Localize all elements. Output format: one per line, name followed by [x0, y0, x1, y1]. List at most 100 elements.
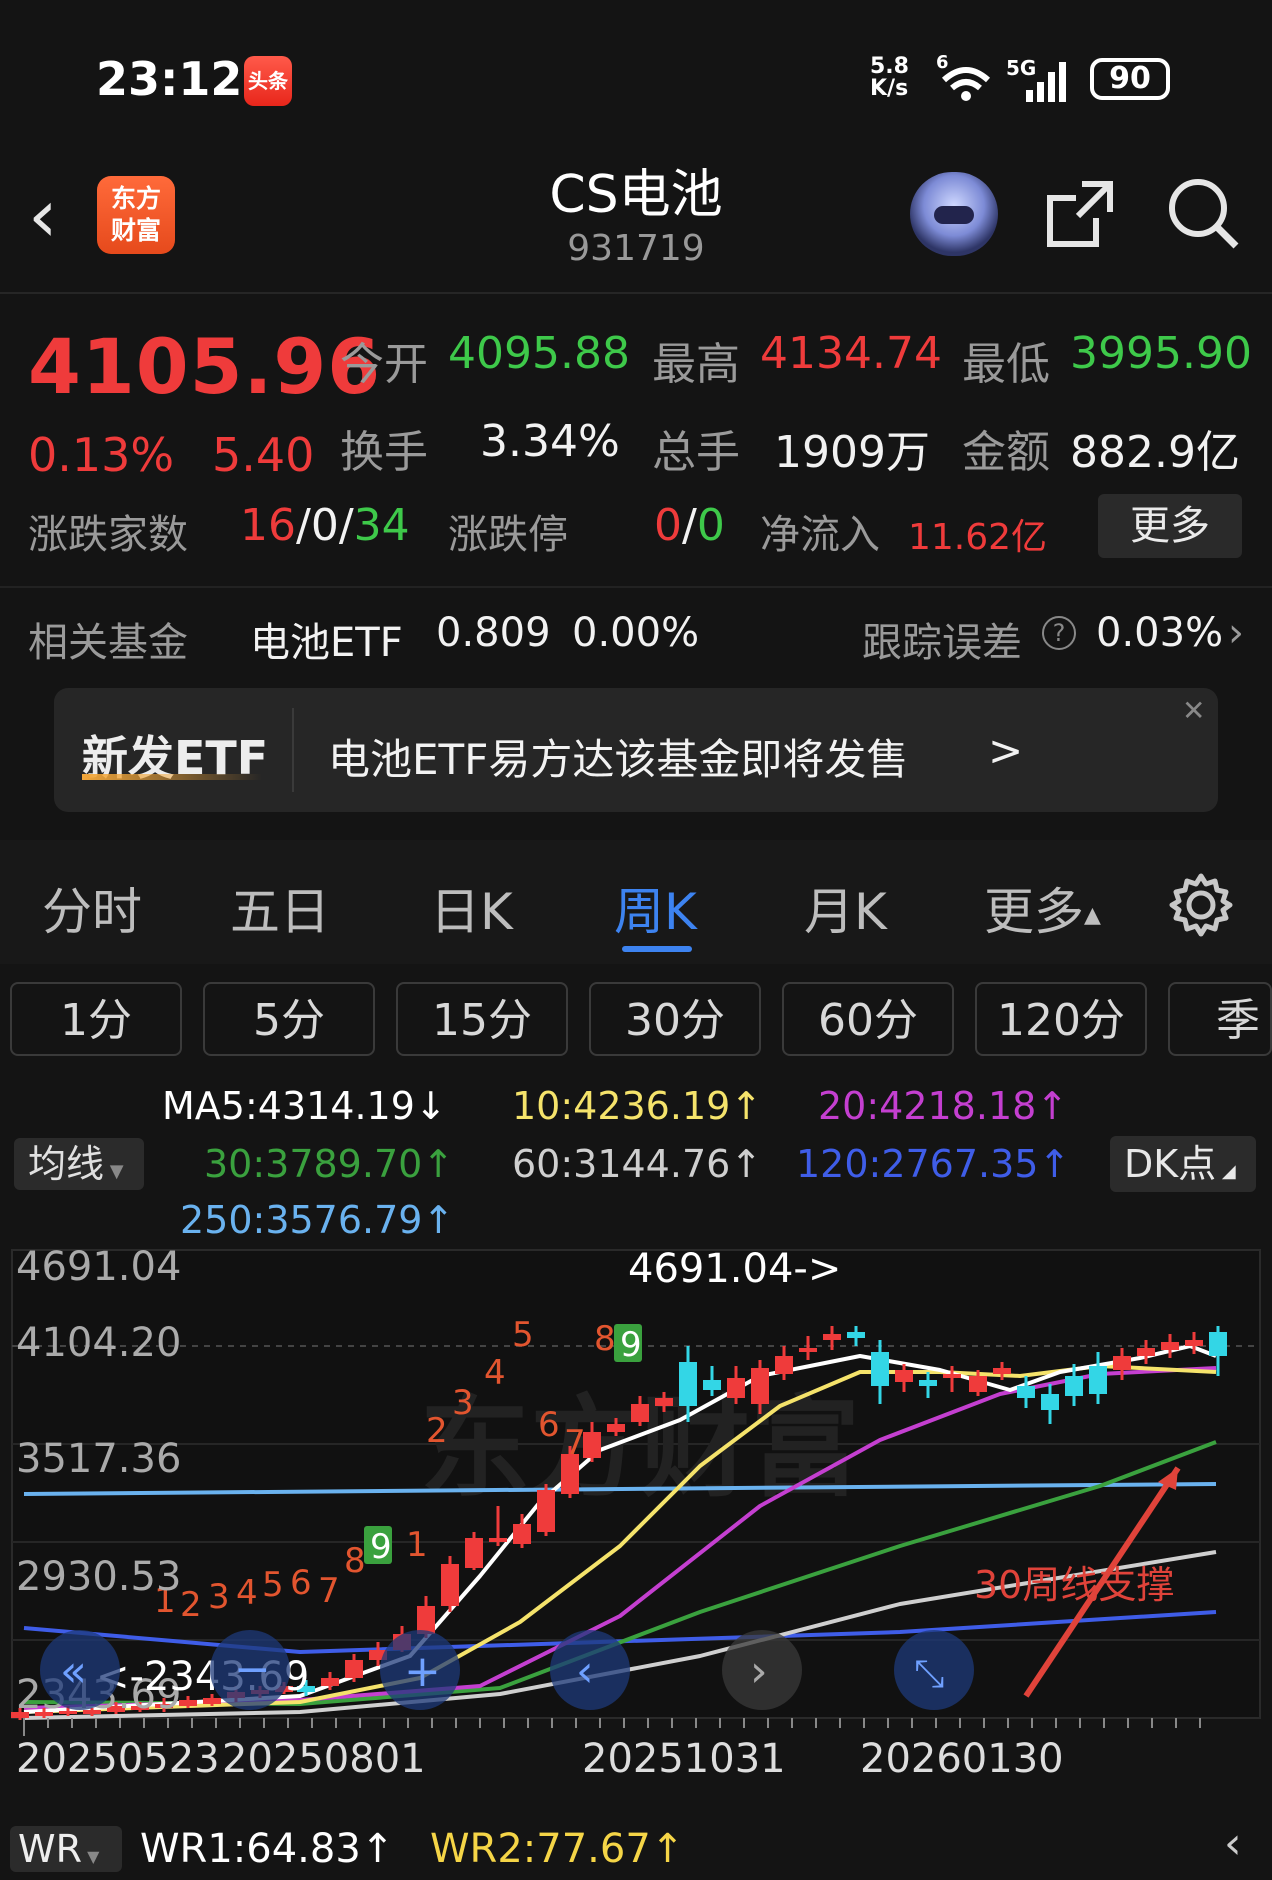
svg-text:⤡: ⤡ [914, 1651, 944, 1695]
ma20-value: 20:4218.18↑ [818, 1084, 1069, 1128]
candle-body [1089, 1366, 1107, 1394]
volume-label: 总手 [652, 427, 740, 478]
svg-text:«: « [60, 1646, 87, 1697]
td-count: 9 [370, 1527, 392, 1567]
fullscreen-button[interactable]: ⤡ [894, 1630, 974, 1710]
chevron-right-icon[interactable]: › [1228, 610, 1244, 656]
candle-body [847, 1332, 865, 1338]
inflow-label: 净流入 [760, 512, 880, 558]
toutiao-app-badge: 头条 [244, 56, 292, 106]
x-label-2: 20250801 [222, 1736, 426, 1782]
td-count: 3 [208, 1577, 230, 1617]
y-label-max: 4691.04 [16, 1246, 181, 1290]
high-marker: 4691.04-> [628, 1246, 841, 1292]
change-percent: 0.13% [28, 428, 175, 482]
ma-selector[interactable]: 均线 ▼ [14, 1138, 144, 1190]
y-label-2: 4104.20 [16, 1320, 181, 1366]
ma10-value: 10:4236.19↑ [512, 1084, 763, 1128]
candle-body [583, 1432, 601, 1458]
open-value: 4095.88 [448, 328, 630, 379]
candle-body [943, 1374, 961, 1378]
volume-value: 1909万 [774, 427, 930, 478]
svg-text:−: − [234, 1644, 271, 1695]
period-60min[interactable]: 60分 [782, 982, 954, 1056]
period-15min[interactable]: 15分 [396, 982, 568, 1056]
more-stats-button[interactable]: 更多 [1098, 494, 1242, 558]
scroll-right-button[interactable]: › [722, 1630, 802, 1710]
x-label-3: 20251031 [582, 1736, 786, 1782]
y-label-3: 3517.36 [16, 1436, 181, 1482]
x-axis-ticks [23, 1718, 1201, 1736]
last-price: 4105.96 [28, 322, 382, 411]
wr2-value: WR2:77.67↑ [430, 1826, 685, 1872]
td-count: 2 [426, 1411, 448, 1451]
limit-values: 0/0 [654, 500, 725, 551]
low-label: 最低 [962, 339, 1050, 390]
candle-body [441, 1564, 459, 1606]
tracking-value: 0.03% [1096, 610, 1224, 656]
indicator-selector[interactable]: WR ▼ [10, 1826, 122, 1872]
period-30min[interactable]: 30分 [589, 982, 761, 1056]
promo-text[interactable]: 电池ETF易方达该基金即将发售 [328, 726, 908, 787]
wifi-icon: 6 [936, 52, 991, 101]
candle-body [799, 1348, 817, 1352]
period-quarterly[interactable]: 季K [1168, 982, 1272, 1056]
kline-chart[interactable]: 东方财富 1 2 3 4 5 6 78 9 123456 78 9 4691.04 4104.20 … [0, 1246, 1272, 1818]
period-1min[interactable]: 1分 [10, 982, 182, 1056]
amount-value: 882.9亿 [1070, 427, 1240, 478]
zoom-out-button[interactable]: − [210, 1630, 290, 1710]
ma5-value: MA5:4314.19↓ [162, 1084, 447, 1128]
close-icon[interactable]: ✕ [1182, 694, 1205, 727]
candle-body [1209, 1332, 1227, 1356]
tab-monthly-k[interactable]: 月K [804, 872, 887, 944]
high-label: 最高 [652, 339, 740, 390]
share-icon[interactable] [1040, 174, 1120, 254]
period-120min[interactable]: 120分 [975, 982, 1147, 1056]
candle-body [1185, 1340, 1203, 1346]
svg-text:+: + [404, 1646, 441, 1697]
settings-gear-icon[interactable] [1168, 872, 1234, 938]
candle-body [1017, 1386, 1035, 1398]
low-value: 3995.90 [1070, 328, 1252, 379]
breadth-values: 16/0/34 [240, 500, 410, 551]
tab-intraday[interactable]: 分时 [42, 872, 142, 944]
candle-body [1065, 1376, 1083, 1396]
help-icon[interactable]: ? [1042, 616, 1076, 650]
candle-body [969, 1376, 987, 1392]
period-5min[interactable]: 5分 [203, 982, 375, 1056]
candle-body [631, 1404, 649, 1422]
promo-tag-underline [82, 774, 262, 780]
candle-body [607, 1424, 625, 1432]
candle [441, 1556, 459, 1612]
tab-daily-k[interactable]: 日K [430, 872, 513, 944]
candle-body [751, 1368, 769, 1404]
turnover-label: 换手 [340, 427, 428, 478]
tab-more[interactable]: 更多▲ [984, 872, 1101, 944]
collapse-icon[interactable]: ‹ [1224, 1818, 1264, 1872]
battery-icon: 90 [1090, 58, 1170, 100]
dk-point-button[interactable]: DK点 ◢ [1110, 1136, 1256, 1192]
y-label-4: 2930.53 [16, 1554, 181, 1600]
tab-five-day[interactable]: 五日 [230, 872, 330, 944]
tab-weekly-k[interactable]: 周K [614, 872, 697, 944]
ma60-value: 60:3144.76↑ [512, 1142, 763, 1186]
candle-body [993, 1368, 1011, 1374]
td-count: 9 [620, 1325, 642, 1365]
candle-body [179, 1700, 197, 1706]
promo-divider [292, 708, 294, 792]
scroll-left-button[interactable]: ‹ [550, 1630, 630, 1710]
search-icon[interactable] [1164, 174, 1244, 254]
td-count: 5 [262, 1565, 284, 1605]
ma250-value: 250:3576.79↑ [180, 1198, 455, 1242]
candle-body [1161, 1342, 1179, 1350]
breadth-label: 涨跌家数 [28, 512, 188, 558]
zoom-in-button[interactable]: + [380, 1630, 460, 1710]
candle-body [727, 1378, 745, 1398]
td-count: 6 [538, 1405, 560, 1445]
fund-name[interactable]: 电池ETF [250, 610, 403, 668]
candle-body [823, 1334, 841, 1340]
scroll-left-fast-button[interactable]: « [40, 1630, 120, 1710]
fund-pct: 0.00% [572, 610, 700, 656]
promo-arrow-icon: > [988, 726, 1024, 775]
svg-text:‹: ‹ [576, 1646, 594, 1697]
